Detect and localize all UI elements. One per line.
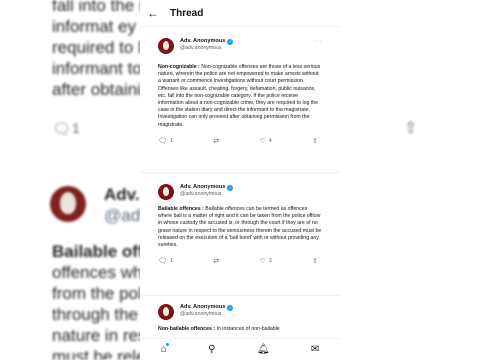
author-name[interactable]: Adv. Anonymous — [180, 184, 225, 191]
post-body-text: Bailable offences can be termed as offen… — [158, 206, 322, 249]
divider — [140, 295, 340, 296]
bottom-navigation: ⌂ ⚲ 🔔︎ ✉ — [140, 338, 340, 360]
heart-icon: ♡ — [259, 258, 266, 266]
page-title: Thread — [170, 7, 204, 19]
thread-post[interactable]: Adv. Anonymous ✓ @adv.anonymous ··· Non-… — [140, 38, 340, 145]
post-header: Adv. Anonymous ✓ @adv.anonymous ··· — [158, 38, 322, 54]
more-options-icon[interactable]: ··· — [314, 38, 323, 45]
author-block: Adv. Anonymous ✓ @adv.anonymous — [180, 184, 234, 198]
heart-icon: ♡ — [259, 137, 266, 145]
reply-button[interactable]: 🗨︎ 1 — [158, 257, 173, 265]
avatar[interactable] — [158, 38, 174, 54]
share-icon: ⇧ — [404, 120, 418, 137]
avatar[interactable] — [158, 304, 174, 320]
name-row: Adv. Anonymous ✓ — [180, 184, 234, 191]
post-header: Adv. Anonymous ✓ @adv.anonymous — [158, 184, 322, 200]
divider — [140, 172, 340, 173]
verified-badge-icon: ✓ — [227, 184, 234, 191]
top-bar: ← Thread — [140, 0, 340, 26]
author-handle: @adv.anonymous — [180, 311, 222, 317]
like-button[interactable]: ♡ 3 — [260, 257, 272, 265]
repost-icon: ⇄ — [213, 137, 220, 145]
thread-panel: ← Thread Adv. Anonymous ✓ @adv.anonymous… — [140, 0, 340, 360]
author-block: Adv. Anonymous ✓ @adv.anonymous — [180, 38, 234, 52]
author-handle: @adv.anonymous — [180, 45, 222, 51]
post-lead: Bailable offences : — [158, 206, 204, 212]
bell-icon[interactable]: 🔔︎ — [257, 344, 270, 355]
avatar[interactable] — [158, 184, 174, 200]
reply-icon: 🗨︎ — [158, 258, 167, 266]
verified-badge-icon: ✓ — [227, 38, 234, 45]
author-handle: @adv.anonymous — [180, 191, 222, 197]
like-button[interactable]: ♡ 4 — [260, 137, 272, 145]
like-count: 3 — [268, 258, 272, 265]
share-button[interactable]: ⇧ — [312, 137, 318, 145]
post-text: Bailable offences : Bailable offences ca… — [158, 206, 322, 249]
share-button[interactable]: ⇧ — [312, 257, 318, 265]
post-text: Non-cognizable : Non-cognizable offenses… — [158, 64, 322, 129]
author-name[interactable]: Adv. Anonymous — [180, 38, 225, 45]
repost-icon: ⇄ — [213, 258, 220, 266]
repost-button[interactable]: ⇄ — [213, 137, 219, 145]
reply-count: 1 — [169, 137, 173, 144]
like-count: 4 — [268, 137, 272, 144]
thread-post[interactable]: Adv. Anonymous ✓ @adv.anonymous Non-bail… — [140, 304, 340, 333]
home-icon[interactable]: ⌂ — [161, 343, 169, 355]
post-body-text: Non-cognizable offenses are those of a l… — [158, 64, 321, 128]
post-text: Non-bailable offences : In instances of … — [158, 326, 322, 333]
post-header: Adv. Anonymous ✓ @adv.anonymous — [158, 304, 322, 320]
back-arrow-icon[interactable]: ← — [143, 6, 163, 20]
search-icon[interactable]: ⚲ — [208, 344, 215, 355]
verified-badge-icon: ✓ — [227, 304, 234, 311]
bg-reply-count: 1 — [72, 120, 80, 136]
reply-icon: 🗨 — [52, 121, 72, 138]
share-icon: ⇧ — [312, 137, 318, 145]
post-body-text: In instances of non-bailable — [215, 326, 280, 332]
reply-icon: 🗨︎ — [158, 137, 167, 145]
name-row: Adv. Anonymous ✓ — [180, 38, 234, 45]
author-name[interactable]: Adv. Anonymous — [180, 304, 225, 311]
name-row: Adv. Anonymous ✓ — [180, 304, 234, 311]
post-actions: 🗨︎ 1 ⇄ ♡ 4 ⇧ — [158, 137, 322, 145]
avatar — [50, 186, 86, 222]
bg-author-name: Adv. — [104, 185, 140, 204]
repost-button[interactable]: ⇄ — [213, 257, 219, 265]
post-lead: Non-bailable offences : — [158, 326, 216, 332]
thread-post[interactable]: Adv. Anonymous ✓ @adv.anonymous Bailable… — [140, 184, 340, 265]
post-actions: 🗨︎ 1 ⇄ ♡ 3 ⇧ — [158, 257, 322, 265]
mail-icon[interactable]: ✉ — [311, 344, 319, 355]
post-lead: Non-cognizable : — [158, 64, 200, 70]
reply-button[interactable]: 🗨︎ 1 — [158, 137, 173, 145]
share-icon: ⇧ — [312, 258, 318, 266]
author-block: Adv. Anonymous ✓ @adv.anonymous — [180, 304, 234, 318]
divider — [140, 26, 340, 27]
notification-dot — [165, 343, 169, 346]
reply-count: 1 — [169, 258, 173, 265]
